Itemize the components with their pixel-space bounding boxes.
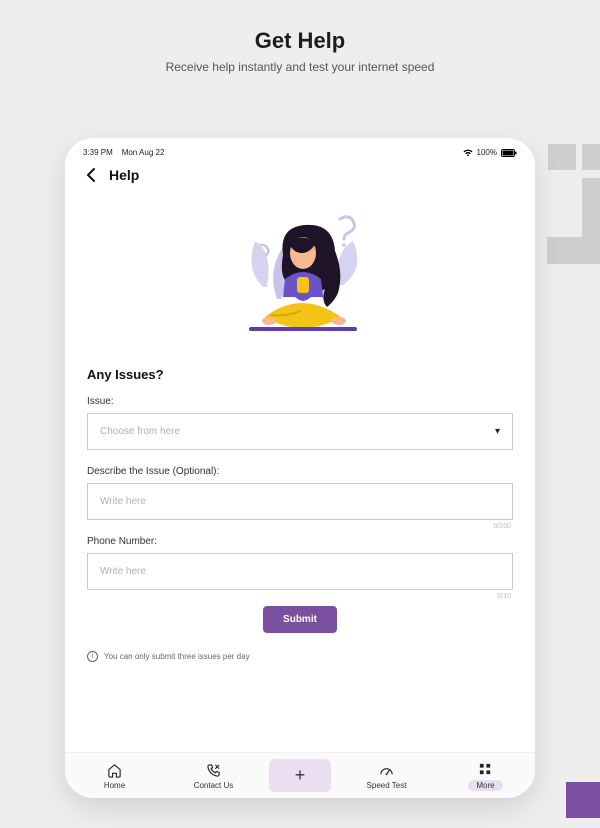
status-right: 100%	[463, 148, 517, 157]
nav-add-button[interactable]: +	[269, 759, 331, 792]
nav-home[interactable]: Home	[65, 753, 164, 798]
issue-label: Issue:	[87, 396, 513, 407]
home-icon	[107, 762, 123, 778]
page-subtitle: Receive help instantly and test your int…	[0, 60, 600, 74]
header-title: Help	[109, 167, 139, 183]
status-bar: 3:39 PM Mon Aug 22 100%	[65, 138, 535, 161]
bg-deco-accent	[566, 782, 600, 818]
describe-input[interactable]	[87, 483, 513, 520]
page-title: Get Help	[0, 28, 600, 54]
battery-icon	[501, 149, 517, 157]
info-icon: i	[87, 651, 98, 662]
status-date: Mon Aug 22	[122, 148, 165, 157]
content-area: Any Issues? Issue: Choose from here ▾ De…	[65, 193, 535, 752]
nav-label: Contact Us	[194, 781, 234, 790]
phone-counter: 0/10	[497, 593, 511, 600]
battery-percent: 100%	[477, 148, 497, 157]
bg-deco-block	[548, 144, 576, 170]
app-header: Help	[65, 161, 535, 193]
phone-label: Phone Number:	[87, 536, 513, 547]
issue-field: Issue: Choose from here ▾	[87, 396, 513, 450]
tablet-frame: 3:39 PM Mon Aug 22 100% Help	[65, 138, 535, 798]
phone-icon	[206, 762, 222, 778]
nav-label: More	[468, 780, 502, 791]
describe-counter: 0/200	[493, 523, 511, 530]
bg-deco-block	[547, 237, 600, 264]
help-illustration	[87, 207, 513, 347]
nav-label: Speed Test	[367, 781, 407, 790]
nav-speed[interactable]: Speed Test	[337, 753, 436, 798]
describe-label: Describe the Issue (Optional):	[87, 466, 513, 477]
caret-down-icon: ▾	[495, 426, 500, 437]
status-left: 3:39 PM Mon Aug 22	[83, 148, 164, 157]
phone-field: Phone Number: 0/10	[87, 536, 513, 590]
nav-contact[interactable]: Contact Us	[164, 753, 263, 798]
info-row: i You can only submit three issues per d…	[87, 651, 513, 662]
status-time: 3:39 PM	[83, 148, 113, 157]
section-title: Any Issues?	[87, 367, 513, 382]
nav-label: Home	[104, 781, 125, 790]
gauge-icon	[379, 762, 395, 778]
bottom-nav: Home Contact Us + Speed Test More	[65, 752, 535, 798]
describe-field: Describe the Issue (Optional): 0/200	[87, 466, 513, 520]
issue-placeholder: Choose from here	[100, 426, 180, 437]
back-button[interactable]	[83, 167, 99, 183]
bg-deco-block	[582, 144, 600, 170]
nav-more[interactable]: More	[436, 753, 535, 798]
phone-input[interactable]	[87, 553, 513, 590]
chevron-left-icon	[86, 168, 96, 182]
submit-button[interactable]: Submit	[263, 606, 337, 633]
grid-icon	[478, 761, 494, 777]
plus-icon: +	[295, 765, 306, 786]
info-text: You can only submit three issues per day	[104, 652, 250, 661]
wifi-icon	[463, 149, 473, 157]
issue-select[interactable]: Choose from here ▾	[87, 413, 513, 450]
